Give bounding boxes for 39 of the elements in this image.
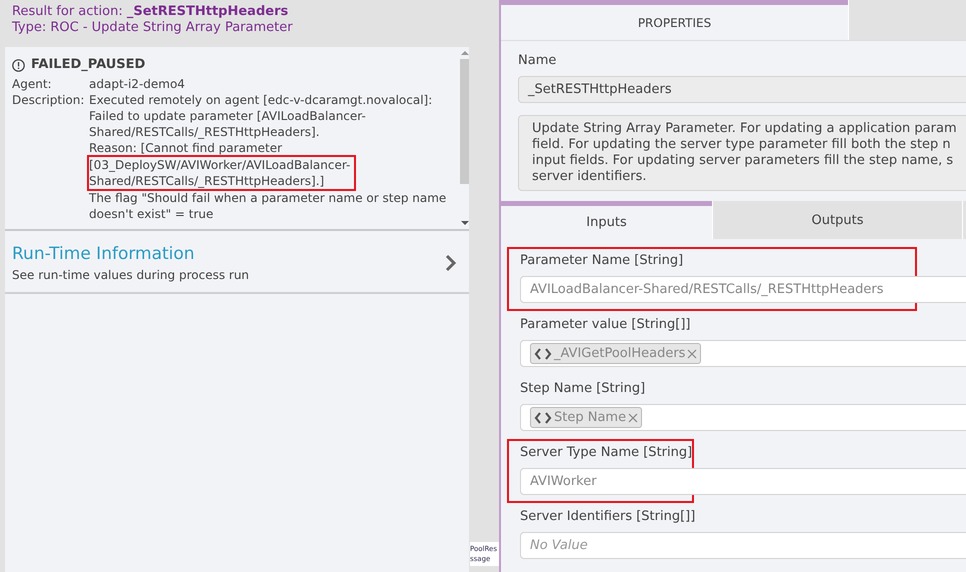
field-label: Name xyxy=(518,53,556,69)
field-label: Step Name [String] xyxy=(520,381,646,397)
detail-text: Shared/RESTCalls/_RESTHttpHeaders]. xyxy=(89,124,321,140)
section-tab[interactable]: Outputs xyxy=(712,201,962,239)
variable-tag[interactable]: Step Name xyxy=(530,407,642,428)
detail-text: Failed to update parameter [AVILoadBalancer- xyxy=(89,108,367,124)
detail-label: Description: xyxy=(12,92,86,109)
input-field[interactable]: No Value xyxy=(520,532,966,559)
detail-text: doesn't exist" = true xyxy=(89,206,214,222)
input-field[interactable]: AVIWorker xyxy=(520,468,966,495)
detail-text: adapt-i2-demo4 xyxy=(89,76,186,92)
detail-text: Shared/RESTCalls/_RESTHttpHeaders].] xyxy=(89,173,326,189)
input-field[interactable]: AVILoadBalancer-Shared/RESTCalls/_RESTHttpHeaders xyxy=(520,276,966,303)
action-type: Type: ROC - Update String Array Parameter xyxy=(12,20,294,36)
detail-text: Reason: [Cannot find parameter xyxy=(89,140,284,156)
code-brackets-icon xyxy=(534,348,552,360)
name-field[interactable]: _SetRESTHttpHeaders xyxy=(518,76,966,103)
status-text: FAILED_PAUSED xyxy=(31,57,146,73)
field-label: Parameter value [String[]] xyxy=(520,317,690,333)
field-label: Server Type Name [String] xyxy=(520,445,692,461)
result-title: Result for action: _SetRESTHttpHeaders xyxy=(12,4,290,20)
detail-text: [03_DeploySW/AVIWorker/AVILoadBalancer- xyxy=(89,157,350,173)
close-icon[interactable] xyxy=(628,412,638,422)
tag-text: Step Name xyxy=(554,410,626,425)
detail-text: Executed remotely on agent [edc-v-dcaramgt.novalocal]: xyxy=(89,92,434,108)
variable-tag[interactable]: _AVIGetPoolHeaders xyxy=(530,343,702,364)
tag-input-field[interactable]: _AVIGetPoolHeaders xyxy=(520,340,966,367)
tag-text: _AVIGetPoolHeaders xyxy=(554,346,686,361)
runtime-info-link[interactable]: Run-Time Information See run-time values during process run xyxy=(5,231,469,294)
field-label: Parameter Name [String] xyxy=(520,253,684,269)
description-box: Update String Array Parameter. For updating a application param field. For updating the server type parameter fill both the step n input fields. For updating server parameters fill the step name, s server identifiers. xyxy=(518,115,966,191)
field-label: Server Identifiers [String[]] xyxy=(520,509,696,525)
close-icon[interactable] xyxy=(687,348,698,358)
info-circle-icon xyxy=(12,58,25,72)
detail-text: The flag "Should fail when a parameter name or step name xyxy=(89,190,448,206)
detail-label: Agent: xyxy=(12,76,53,92)
tag-input-field[interactable]: Step Name xyxy=(520,404,966,431)
code-brackets-icon xyxy=(534,412,552,424)
chevron-right-icon xyxy=(445,254,457,272)
